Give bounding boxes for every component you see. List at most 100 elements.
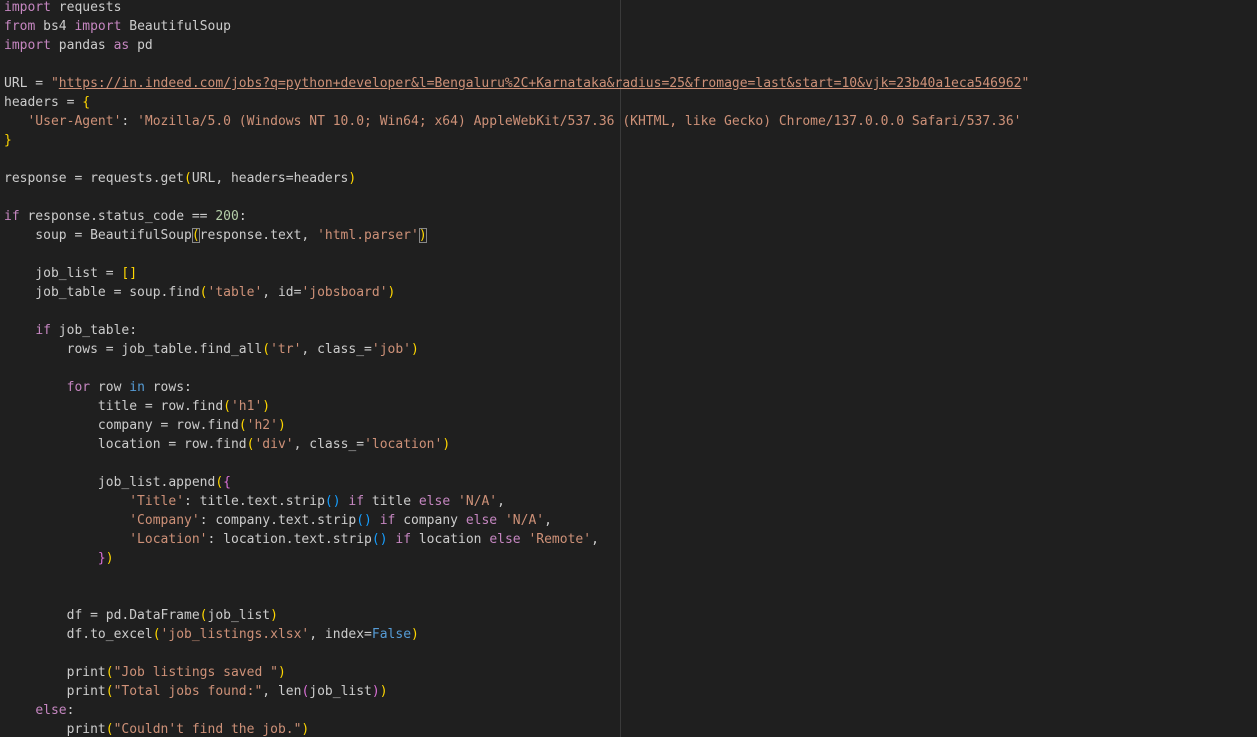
code-token: } [97, 551, 106, 566]
code-token: , [591, 532, 599, 547]
code-token: from [4, 19, 36, 34]
code-token: 'job_listings.xlsx' [160, 627, 310, 642]
code-line[interactable]: if response.status_code == 200: [4, 207, 1029, 226]
code-token: () [356, 513, 372, 528]
code-token: as [113, 38, 130, 53]
code-line[interactable]: 'Location': location.text.strip() if loc… [4, 530, 1029, 549]
code-line[interactable]: if job_table: [4, 321, 1029, 340]
code-line[interactable]: import requests [4, 0, 1029, 17]
code-token: , [544, 513, 552, 528]
code-token: row [90, 380, 130, 395]
code-token: ) [387, 285, 396, 300]
code-token: job_list [207, 608, 271, 623]
code-token: () [371, 532, 388, 547]
code-line[interactable] [4, 644, 1029, 663]
code-line[interactable]: df.to_excel('job_listings.xlsx', index=F… [4, 625, 1029, 644]
code-token: ( [152, 627, 161, 642]
code-token: job_list = [4, 266, 122, 281]
code-line[interactable]: job_list.append({ [4, 473, 1029, 492]
code-token: print [4, 722, 106, 737]
code-token: 'Title' [129, 494, 185, 509]
code-token: if [4, 209, 20, 224]
code-line[interactable]: else: [4, 701, 1029, 720]
code-line[interactable] [4, 454, 1029, 473]
code-line[interactable]: df = pd.DataFrame(job_list) [4, 606, 1029, 625]
code-token: ) [105, 551, 114, 566]
code-line[interactable] [4, 150, 1029, 169]
code-line[interactable] [4, 245, 1029, 264]
code-token: 200 [215, 209, 239, 224]
code-line[interactable]: } [4, 131, 1029, 150]
code-line[interactable]: company = row.find('h2') [4, 416, 1029, 435]
code-token: job_table: [50, 323, 138, 338]
code-line[interactable]: print("Couldn't find the job.") [4, 720, 1029, 737]
code-token: else [489, 532, 521, 547]
code-line[interactable] [4, 55, 1029, 74]
code-token: 'h1' [230, 399, 263, 414]
code-token: df.to_excel [4, 627, 153, 642]
code-token: : [66, 703, 75, 718]
code-token: , len [262, 684, 302, 699]
code-line[interactable] [4, 359, 1029, 378]
code-line[interactable]: headers = { [4, 93, 1029, 112]
code-token: title [364, 494, 419, 509]
code-token: 'jobsboard' [301, 285, 388, 300]
code-line[interactable] [4, 568, 1029, 587]
code-token: { [223, 475, 231, 490]
code-token: , index= [309, 627, 372, 642]
code-line[interactable]: 'Company': company.text.strip() if compa… [4, 511, 1029, 530]
code-token: if [379, 513, 396, 528]
code-token: job_list.append [4, 475, 216, 490]
code-token: headers = [4, 95, 83, 110]
code-token: company = row.find [4, 418, 239, 433]
code-token: 'tr' [270, 342, 302, 357]
code-token: , id= [262, 285, 302, 300]
code-token: , [497, 494, 505, 509]
code-line[interactable]: import pandas as pd [4, 36, 1029, 55]
code-line[interactable] [4, 302, 1029, 321]
code-line[interactable]: response = requests.get(URL, headers=hea… [4, 169, 1029, 188]
code-token: ) [348, 171, 357, 186]
code-token: ( [199, 285, 208, 300]
code-editor[interactable]: import requests from bs4 import Beautiful… [0, 0, 1257, 737]
code-token: else [35, 703, 67, 718]
code-token: ) [411, 627, 419, 642]
code-token: soup = BeautifulSoup [4, 228, 192, 243]
code-token: 'Company' [129, 513, 200, 528]
code-token: df = pd.DataFrame [4, 608, 200, 623]
code-line[interactable] [4, 587, 1029, 606]
code-line[interactable]: for row in rows: [4, 378, 1029, 397]
code-token: response = requests.get [4, 171, 185, 186]
code-area[interactable]: import requests from bs4 import Beautiful… [4, 0, 1029, 737]
code-token: 'table' [207, 285, 263, 300]
code-line[interactable]: location = row.find('div', class_='locat… [4, 435, 1029, 454]
code-token: } [4, 133, 12, 148]
code-line[interactable]: 'Title': title.text.strip() if title els… [4, 492, 1029, 511]
code-token: ( [223, 399, 231, 414]
code-line[interactable]: print("Total jobs found:", len(job_list)… [4, 682, 1029, 701]
code-token: { [82, 95, 91, 110]
code-line[interactable]: }) [4, 549, 1029, 568]
code-token: , class_= [293, 437, 365, 452]
code-line[interactable]: title = row.find('h1') [4, 397, 1029, 416]
code-token: : [238, 209, 247, 224]
code-token: ) [277, 418, 286, 433]
code-line[interactable] [4, 188, 1029, 207]
code-line[interactable]: from bs4 import BeautifulSoup [4, 17, 1029, 36]
url-link[interactable]: https://in.indeed.com/jobs?q=python+deve… [59, 76, 1022, 91]
code-line[interactable]: soup = BeautifulSoup(response.text, 'htm… [4, 226, 1029, 245]
code-token: if [395, 532, 412, 547]
code-token: 'Mozilla/5.0 (Windows NT 10.0; Win64; x6… [137, 114, 1022, 129]
code-token: ( [238, 418, 247, 433]
code-line[interactable]: 'User-Agent': 'Mozilla/5.0 (Windows NT 1… [4, 112, 1029, 131]
code-line[interactable]: job_table = soup.find('table', id='jobsb… [4, 283, 1029, 302]
code-line[interactable]: print("Job listings saved ") [4, 663, 1029, 682]
code-line[interactable]: rows = job_table.find_all('tr', class_='… [4, 340, 1029, 359]
code-line[interactable]: URL = "https://in.indeed.com/jobs?q=pyth… [4, 74, 1029, 93]
code-token: "Total jobs found:" [113, 684, 263, 699]
code-line[interactable]: job_list = [] [4, 264, 1029, 283]
code-token: pandas [50, 38, 114, 53]
